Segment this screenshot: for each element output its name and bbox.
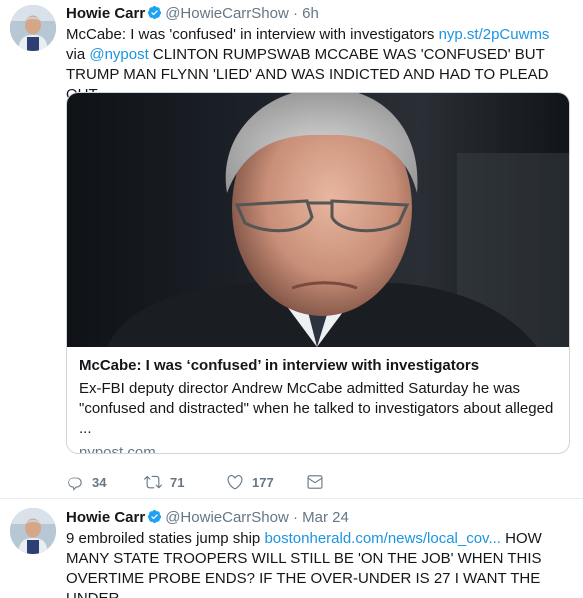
tweet-link[interactable]: bostonherald.com/news/local_cov... [264, 530, 501, 547]
avatar-photo [10, 5, 56, 51]
reply-icon [68, 477, 82, 491]
tweet-text: 9 embroiled staties jump ship bostonhera… [66, 529, 571, 598]
reply-count: 34 [92, 474, 107, 490]
avatar-photo [10, 508, 56, 554]
tweet-link[interactable]: nyp.st/2pCuwms [439, 26, 550, 43]
separator-dot: · [292, 5, 298, 22]
tweet-text-part: 9 embroiled staties jump ship [66, 530, 265, 547]
tweet-text-part: via [66, 46, 90, 63]
verified-badge-icon [148, 5, 162, 20]
separator-dot: · [292, 509, 298, 526]
card-description: Ex-FBI deputy director Andrew McCabe adm… [79, 380, 554, 437]
card-image [67, 93, 569, 347]
tweet-header: Howie Carr @HowieCarrShow · Mar 24 [66, 507, 571, 529]
card-title: McCabe: I was ‘confused’ in interview wi… [79, 357, 480, 374]
tweet-header: Howie Carr @HowieCarrShow · 6h [66, 3, 571, 25]
retweet-icon [144, 475, 162, 489]
author-name[interactable]: Howie Carr [66, 509, 145, 526]
like-button[interactable]: 177 [226, 470, 274, 494]
tweet-timestamp[interactable]: 6h [302, 5, 319, 22]
retweet-button[interactable]: 71 [144, 470, 184, 494]
tweet[interactable]: Howie Carr @HowieCarrShow · Mar 24 9 embr… [0, 500, 583, 598]
verified-badge-icon [148, 509, 162, 524]
tweet-text-part: McCabe: I was 'confused' in interview wi… [66, 26, 439, 43]
tweet-content: Howie Carr @HowieCarrShow · Mar 24 9 embr… [66, 507, 571, 598]
author-handle[interactable]: @HowieCarrShow [165, 509, 289, 526]
tweet-actions: 34 71 177 [66, 470, 366, 494]
mention-link[interactable]: @nypost [89, 46, 148, 63]
tweet[interactable]: Howie Carr @HowieCarrShow · 6h McCabe: I … [0, 0, 583, 499]
direct-message-button[interactable] [306, 470, 324, 494]
card-photo [67, 93, 569, 347]
avatar[interactable] [10, 508, 56, 554]
avatar[interactable] [10, 5, 56, 51]
card-body: McCabe: I was ‘confused’ in interview wi… [67, 347, 569, 454]
author-handle[interactable]: @HowieCarrShow [165, 5, 289, 22]
like-icon [227, 475, 243, 490]
retweet-count: 71 [170, 474, 185, 490]
link-preview-card[interactable]: McCabe: I was ‘confused’ in interview wi… [66, 92, 570, 454]
tweet-timestamp[interactable]: Mar 24 [302, 509, 349, 526]
card-domain: nypost.com [79, 444, 156, 454]
reply-button[interactable]: 34 [66, 470, 106, 494]
tweet-content: Howie Carr @HowieCarrShow · 6h McCabe: I … [66, 3, 571, 491]
direct-message-icon [307, 475, 323, 489]
like-count: 177 [252, 474, 274, 490]
author-name[interactable]: Howie Carr [66, 5, 145, 22]
